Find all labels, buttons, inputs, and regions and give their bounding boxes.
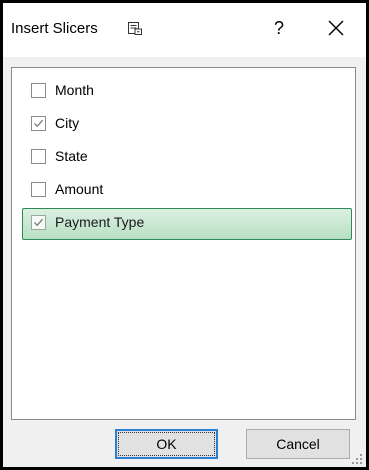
- field-label-month: Month: [55, 82, 94, 98]
- field-item-city[interactable]: City: [22, 109, 346, 139]
- dialog-title: Insert Slicers: [11, 20, 98, 37]
- title-bar: Insert Slicers ?: [3, 3, 366, 57]
- slicer-icon: [127, 20, 143, 36]
- field-item-payment-type[interactable]: Payment Type: [22, 208, 352, 240]
- field-item-month[interactable]: Month: [22, 76, 346, 106]
- checkbox-amount[interactable]: [31, 182, 46, 197]
- resize-grip-icon[interactable]: [351, 452, 363, 464]
- field-list[interactable]: Month City State Amount Payment Type: [11, 67, 356, 420]
- field-label-state: State: [55, 148, 88, 164]
- checkbox-payment-type[interactable]: [31, 215, 46, 230]
- checkmark-icon: [34, 119, 44, 128]
- ok-button[interactable]: OK: [115, 429, 218, 459]
- close-icon: [321, 20, 351, 47]
- insert-slicers-dialog: Insert Slicers ? Month City State Amount…: [0, 0, 369, 470]
- cancel-button[interactable]: Cancel: [246, 429, 350, 459]
- checkbox-city[interactable]: [31, 116, 46, 131]
- field-label-amount: Amount: [55, 181, 104, 197]
- close-button[interactable]: [321, 13, 351, 43]
- checkmark-icon: [34, 218, 44, 227]
- field-item-amount[interactable]: Amount: [22, 175, 346, 205]
- help-button[interactable]: ?: [265, 13, 293, 43]
- checkbox-state[interactable]: [31, 149, 46, 164]
- checkbox-month[interactable]: [31, 83, 46, 98]
- field-item-state[interactable]: State: [22, 142, 346, 172]
- field-label-city: City: [55, 115, 80, 131]
- field-label-payment-type: Payment Type: [55, 214, 145, 230]
